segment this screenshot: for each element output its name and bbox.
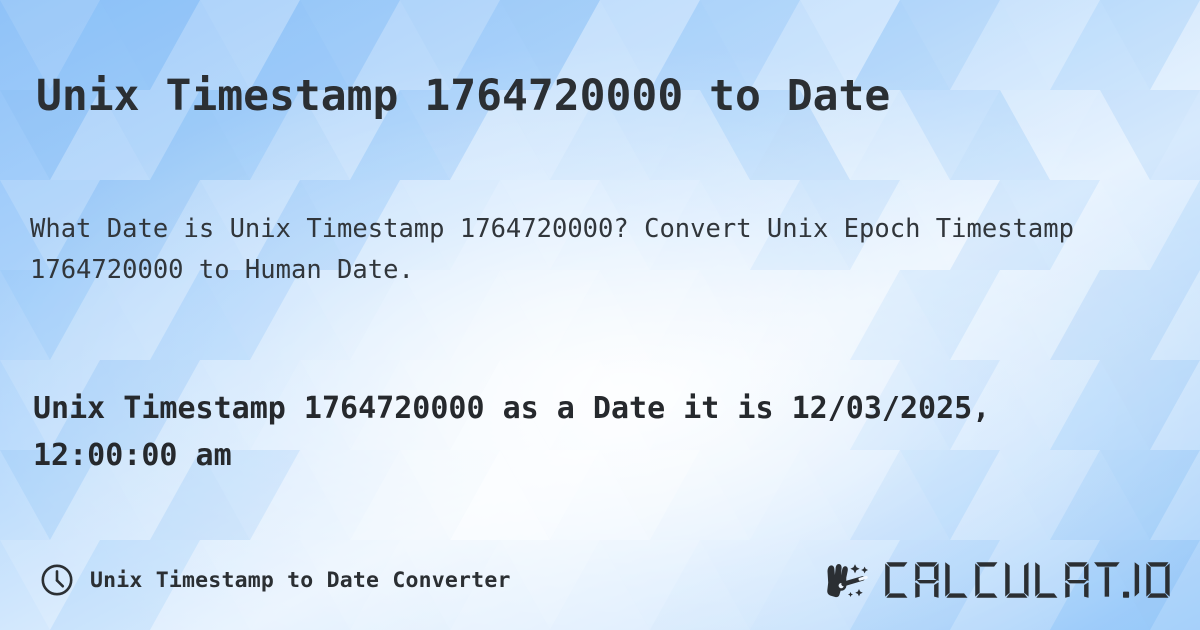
brand-logo[interactable] bbox=[821, 548, 1172, 612]
magic-wand-hand-icon bbox=[821, 558, 879, 602]
page-title: Unix Timestamp 1764720000 to Date bbox=[36, 70, 891, 121]
conversion-result-text: Unix Timestamp 1764720000 as a Date it i… bbox=[33, 391, 991, 473]
content-area: Unix Timestamp 1764720000 to Date What D… bbox=[0, 0, 1200, 630]
footer-brand-left: Unix Timestamp to Date Converter bbox=[40, 548, 511, 612]
footer-label: Unix Timestamp to Date Converter bbox=[90, 567, 511, 593]
description-text: What Date is Unix Timestamp 1764720000? … bbox=[30, 213, 1074, 285]
page-root: Unix Timestamp 1764720000 to Date What D… bbox=[0, 0, 1200, 630]
footer: Unix Timestamp to Date Converter bbox=[0, 548, 1200, 612]
brand-wordmark bbox=[883, 558, 1172, 602]
clock-icon bbox=[40, 563, 74, 597]
